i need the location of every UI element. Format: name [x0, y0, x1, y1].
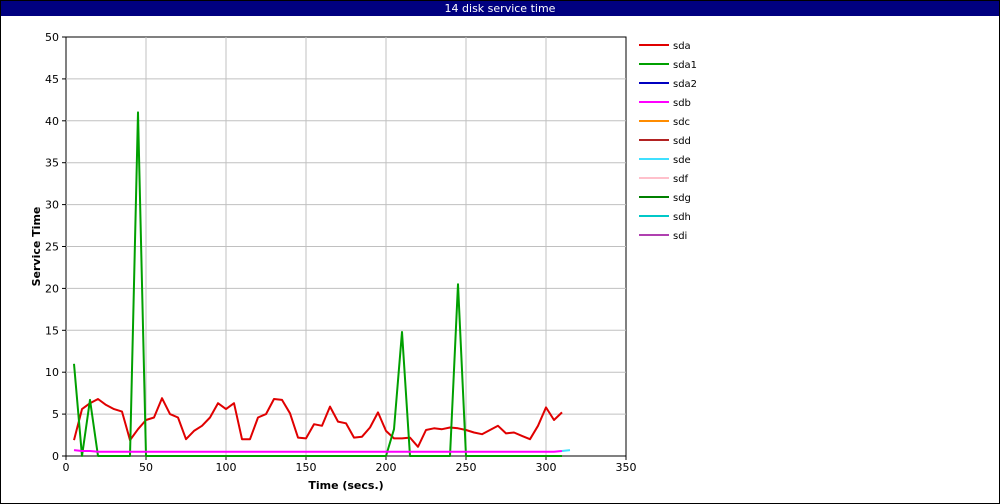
x-tick-label: 0: [63, 461, 70, 474]
x-tick-label: 100: [216, 461, 237, 474]
chart: 0 50 100 150 200 250 300 350 0 5 10 15 20 25 30 35 40 45 5…: [30, 31, 697, 492]
x-tick-label: 250: [456, 461, 477, 474]
x-axis-label: Time (secs.): [308, 479, 383, 492]
y-tick-label: 0: [52, 450, 59, 463]
y-tick-label: 35: [45, 157, 59, 170]
y-tick-label: 45: [45, 73, 59, 86]
legend-label-sda2: sda2: [673, 79, 697, 90]
x-tick-label: 50: [139, 461, 153, 474]
series-line-sde: [561, 449, 571, 452]
legend-label-sdd: sdd: [673, 136, 691, 147]
x-tick-label: 300: [536, 461, 557, 474]
y-tick-label: 25: [45, 241, 59, 254]
legend-label-sdi: sdi: [673, 231, 687, 242]
x-tick-label: 150: [296, 461, 317, 474]
y-tick-label: 5: [52, 408, 59, 421]
y-tick-label: 40: [45, 115, 59, 128]
y-tick-label: 30: [45, 199, 59, 212]
x-tick-label: 200: [376, 461, 397, 474]
legend-label-sda: sda: [673, 41, 691, 52]
y-axis-label: Service Time: [30, 207, 43, 287]
legend-label-sdg: sdg: [673, 193, 691, 204]
chart-window: 14 disk service time 0 50 100 150 200 250 300 3…: [0, 0, 1000, 504]
legend-label-sde: sde: [673, 155, 691, 166]
x-tick-label: 350: [616, 461, 637, 474]
legend-label-sdh: sdh: [673, 212, 691, 223]
y-tick-label: 10: [45, 366, 59, 379]
legend: sda sda1 sda2 sdb sdc sdd sde sdf sdg sdh sdi: [639, 41, 697, 242]
y-tick-label: 20: [45, 282, 59, 295]
legend-label-sdb: sdb: [673, 98, 691, 109]
grid: [65, 36, 627, 457]
legend-label-sda1: sda1: [673, 60, 697, 71]
y-tick-label: 15: [45, 324, 59, 337]
y-tick-label: 50: [45, 31, 59, 44]
legend-label-sdc: sdc: [673, 117, 690, 128]
legend-label-sdf: sdf: [673, 174, 689, 185]
window-title: 14 disk service time: [1, 1, 999, 16]
